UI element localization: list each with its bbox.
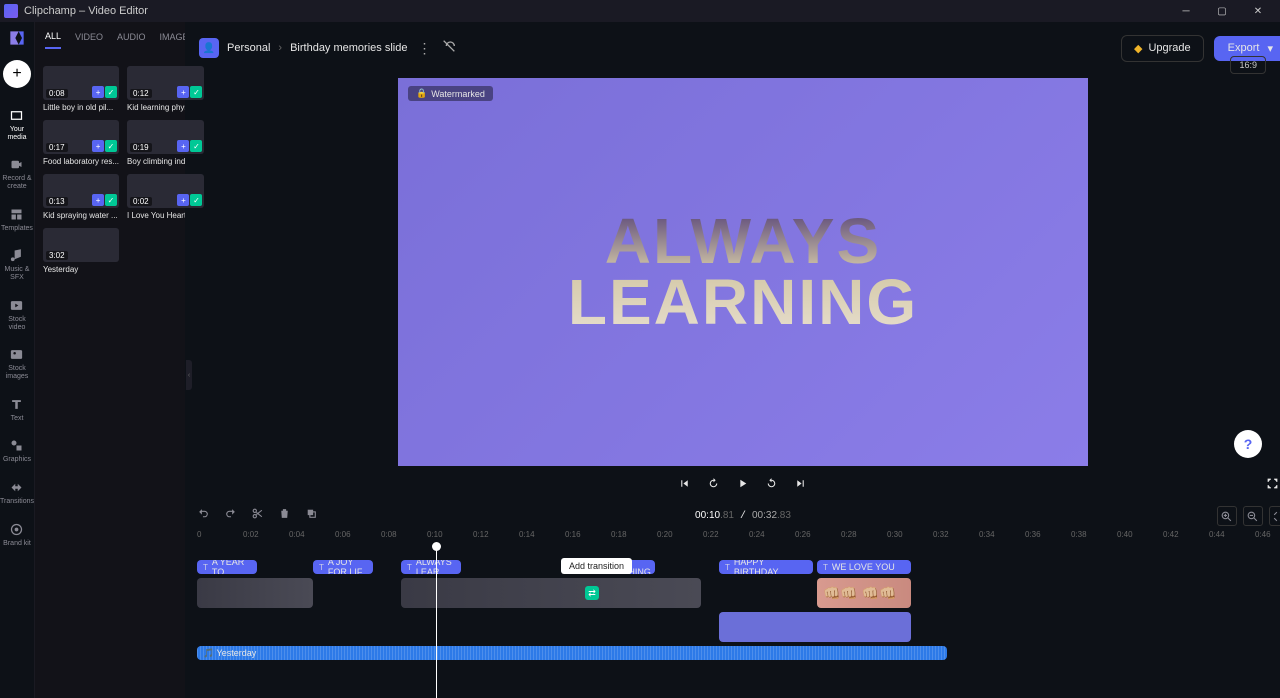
- timecode: 00:10.81 / 00:32.83: [695, 510, 791, 522]
- video-clip[interactable]: [197, 578, 313, 608]
- zoom-out-button[interactable]: [1243, 506, 1263, 526]
- skip-start-button[interactable]: [678, 477, 691, 495]
- breadcrumb: 👤 Personal › Birthday memories slide: [199, 38, 407, 58]
- preview-text: ALWAYSLEARNING: [568, 211, 918, 333]
- fullscreen-button[interactable]: [1266, 477, 1279, 495]
- add-button[interactable]: +: [3, 60, 31, 88]
- upgrade-button[interactable]: ◆Upgrade: [1121, 35, 1204, 62]
- workspace-name[interactable]: Personal: [227, 42, 270, 54]
- close-button[interactable]: ✕: [1240, 0, 1276, 22]
- video-track[interactable]: Add transition ⇄ 👊🏼👊🏼 👊🏼👊🏼: [197, 578, 1280, 608]
- text-clip[interactable]: TA JOY FOR LIF: [313, 560, 373, 574]
- overlay-track[interactable]: [197, 612, 1280, 642]
- text-clip[interactable]: TA YEAR TO: [197, 560, 257, 574]
- preview-area: 🔒Watermarked ALWAYSLEARNING: [185, 74, 1280, 470]
- playhead[interactable]: [436, 548, 437, 698]
- workspace-avatar[interactable]: 👤: [199, 38, 219, 58]
- media-item[interactable]: 0:13+✓Kid spraying water ...: [43, 174, 119, 220]
- redo-button[interactable]: [224, 507, 237, 525]
- audio-clip[interactable]: 🎵 Yesterday: [197, 646, 947, 660]
- media-item[interactable]: 0:17+✓Food laboratory res...: [43, 120, 119, 166]
- media-tabs: ALL VIDEO AUDIO IMAGES: [35, 22, 185, 58]
- watermark-badge: 🔒Watermarked: [408, 86, 493, 101]
- text-clip[interactable]: TALWAYS LEAR: [401, 560, 461, 574]
- playbar: [185, 470, 1280, 502]
- video-clip[interactable]: [401, 578, 701, 608]
- rail-record[interactable]: Record & create: [0, 149, 34, 198]
- lock-icon: 🔒: [416, 88, 427, 99]
- transition-tooltip: Add transition: [561, 558, 632, 574]
- zoom-in-button[interactable]: [1217, 506, 1237, 526]
- undo-button[interactable]: [197, 507, 210, 525]
- titlebar: Clipchamp – Video Editor ─ ▢ ✕: [0, 0, 1280, 22]
- window-controls: ─ ▢ ✕: [1168, 0, 1276, 22]
- add-transition-button[interactable]: ⇄: [585, 586, 599, 600]
- audio-track[interactable]: 🎵 Yesterday: [197, 646, 1280, 660]
- help-button[interactable]: ?: [1234, 430, 1262, 458]
- preview-canvas[interactable]: 🔒Watermarked ALWAYSLEARNING: [398, 78, 1088, 466]
- tab-all[interactable]: ALL: [45, 31, 61, 49]
- rail-brand-kit[interactable]: Brand kit: [0, 514, 34, 556]
- sync-off-icon[interactable]: [441, 38, 457, 59]
- zoom-controls: [1217, 506, 1280, 526]
- window-title: Clipchamp – Video Editor: [24, 5, 148, 17]
- rail-stock-video[interactable]: Stock video: [0, 290, 34, 339]
- text-clip[interactable]: THAPPY BIRTHDAY: [719, 560, 813, 574]
- rail-text[interactable]: Text: [0, 389, 34, 431]
- rewind-button[interactable]: [707, 477, 720, 495]
- media-grid: 0:08+✓Little boy in old pil...0:12+✓Kid …: [35, 58, 185, 282]
- forward-button[interactable]: [765, 477, 778, 495]
- text-track[interactable]: TA YEAR TOTA JOY FOR LIFTALWAYS LEARTP P…: [197, 560, 1280, 574]
- project-title[interactable]: Birthday memories slide: [290, 42, 407, 54]
- minimize-button[interactable]: ─: [1168, 0, 1204, 22]
- panel-collapse-button[interactable]: ‹: [186, 360, 192, 390]
- topbar: 👤 Personal › Birthday memories slide ⋮ ◆…: [185, 22, 1280, 74]
- time-ruler[interactable]: 00:020:040:060:080:100:120:140:160:180:2…: [185, 530, 1280, 548]
- text-clip[interactable]: TWE LOVE YOU: [817, 560, 911, 574]
- play-button[interactable]: [736, 477, 749, 495]
- aspect-ratio-button[interactable]: 16:9: [1230, 56, 1266, 74]
- tab-audio[interactable]: AUDIO: [117, 32, 146, 48]
- timeline-toolbar: 00:10.81 / 00:32.83: [185, 502, 1280, 530]
- rail-your-media[interactable]: Your media: [0, 100, 34, 149]
- rail-music[interactable]: Music & SFX: [0, 240, 34, 289]
- media-item[interactable]: 0:08+✓Little boy in old pil...: [43, 66, 119, 112]
- maximize-button[interactable]: ▢: [1204, 0, 1240, 22]
- rail-templates[interactable]: Templates: [0, 199, 34, 241]
- timeline: 00:10.81 / 00:32.83 00:020:040:060:080:1…: [185, 502, 1280, 698]
- left-rail: + Your media Record & create Templates M…: [0, 22, 35, 698]
- rail-graphics[interactable]: Graphics: [0, 430, 34, 472]
- app-icon: [4, 4, 18, 18]
- gem-icon: ◆: [1134, 42, 1142, 55]
- chevron-down-icon: ▾: [1267, 42, 1273, 55]
- media-panel: ALL VIDEO AUDIO IMAGES 0:08+✓Little boy …: [35, 22, 185, 698]
- rail-stock-images[interactable]: Stock images: [0, 339, 34, 388]
- duplicate-button[interactable]: [305, 507, 318, 525]
- project-more-button[interactable]: ⋮: [417, 40, 431, 57]
- delete-button[interactable]: [278, 507, 291, 525]
- media-item[interactable]: 3:02Yesterday: [43, 228, 119, 274]
- chevron-right-icon: ›: [278, 42, 282, 54]
- brand-icon: [7, 28, 27, 48]
- skip-end-button[interactable]: [794, 477, 807, 495]
- tracks[interactable]: TA YEAR TOTA JOY FOR LIFTALWAYS LEARTP P…: [185, 548, 1280, 698]
- tab-video[interactable]: VIDEO: [75, 32, 103, 48]
- split-button[interactable]: [251, 507, 264, 525]
- main-area: 👤 Personal › Birthday memories slide ⋮ ◆…: [185, 22, 1280, 698]
- overlay-clip[interactable]: [719, 612, 911, 642]
- rail-transitions[interactable]: Transitions: [0, 472, 34, 514]
- fit-button[interactable]: [1269, 506, 1280, 526]
- video-clip[interactable]: 👊🏼👊🏼 👊🏼👊🏼: [817, 578, 911, 608]
